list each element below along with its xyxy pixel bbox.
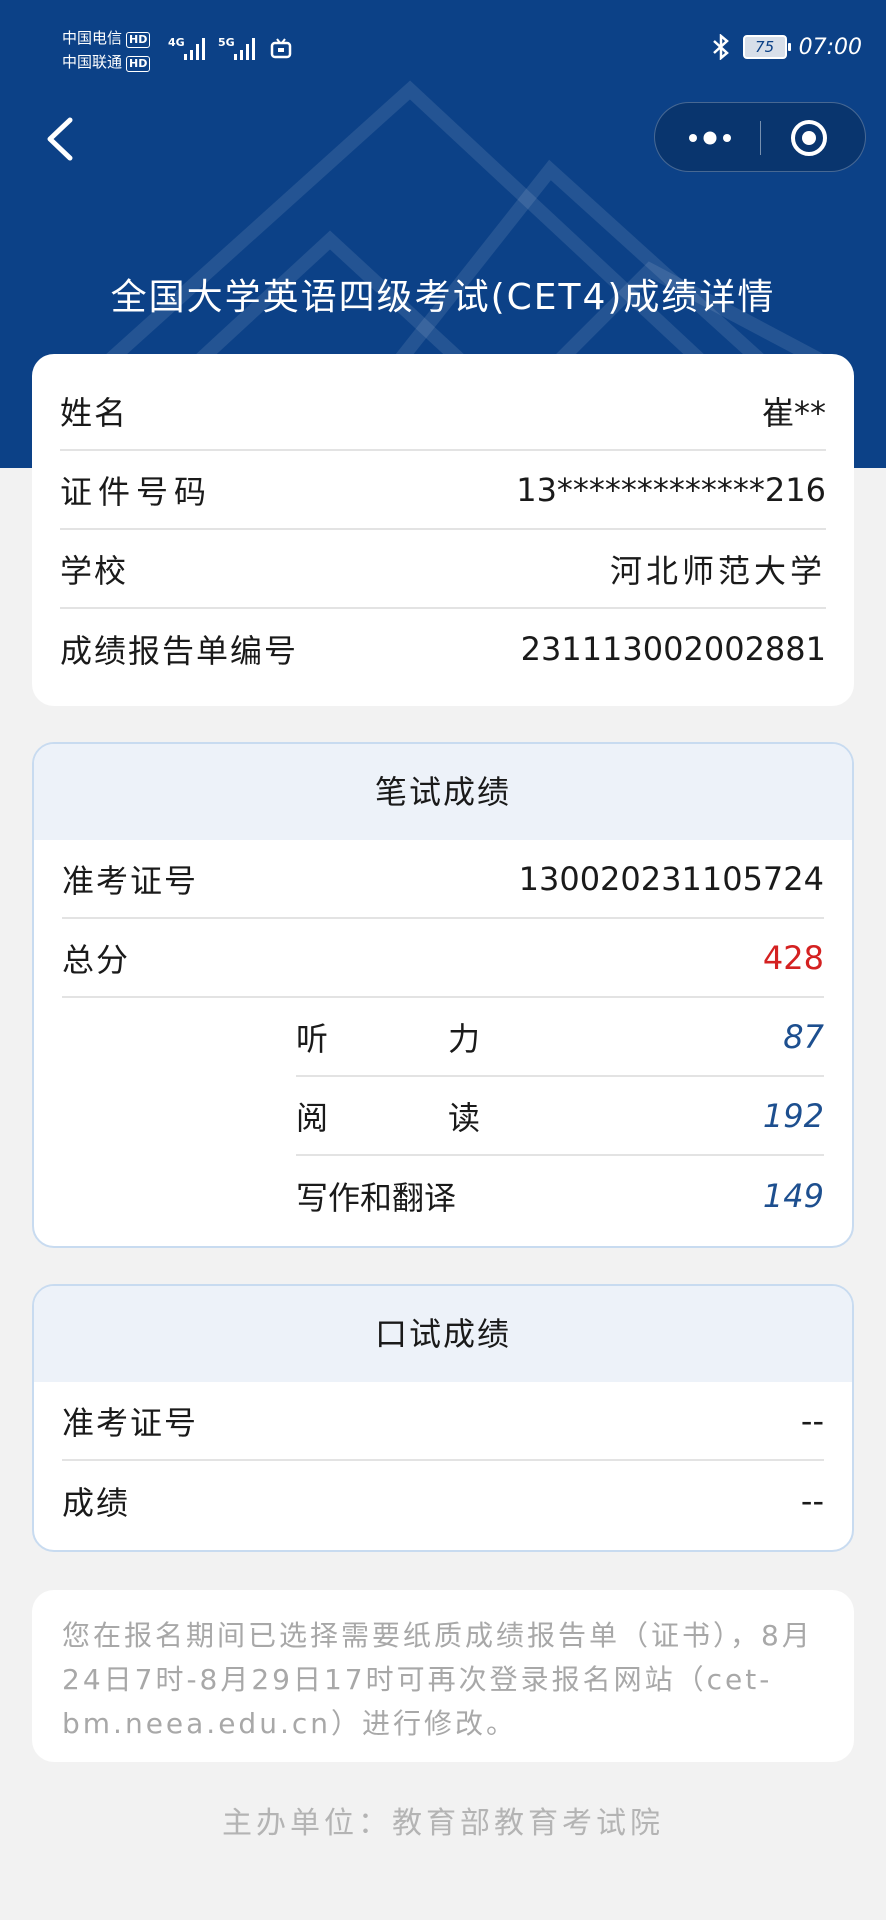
listening-label: 听力 <box>296 1019 601 1058</box>
name-value: 崔** <box>761 393 826 432</box>
name-label: 姓名 <box>60 393 129 432</box>
total-score-value: 428 <box>762 938 824 977</box>
listening-score: 87 <box>783 1017 824 1056</box>
writing-translation-label: 写作和翻译 <box>296 1178 457 1217</box>
hd-badge: HD <box>126 56 151 72</box>
school-value: 河北师范大学 <box>609 551 826 590</box>
writing-translation-row: 写作和翻译 149 <box>296 1156 824 1235</box>
written-ticket-label: 准考证号 <box>62 861 199 900</box>
carrier-info: 中国电信 HD 中国联通 HD <box>62 26 151 74</box>
back-arrow-icon[interactable] <box>40 114 80 164</box>
total-score-label: 总分 <box>62 940 131 979</box>
paper-report-notice: 您在报名期间已选择需要纸质成绩报告单（证书），8月24日7时-8月29日17时可… <box>32 1590 854 1762</box>
oral-score-card: 口试成绩 准考证号 -- 成绩 -- <box>32 1284 854 1552</box>
status-bar: 中国电信 HD 中国联通 HD 4G 5G 75 07:00 <box>0 0 886 100</box>
reading-score: 192 <box>762 1096 824 1135</box>
written-score-title: 笔试成绩 <box>34 744 852 840</box>
writing-translation-score: 149 <box>762 1176 824 1215</box>
personal-info-card: 姓名 崔** 证件号码 13*************216 学校 河北师范大学… <box>32 354 854 706</box>
oral-score-title: 口试成绩 <box>34 1286 852 1382</box>
id-number-label: 证件号码 <box>60 472 213 511</box>
close-target-icon[interactable] <box>789 118 829 158</box>
clock: 07:00 <box>798 34 862 60</box>
bluetooth-icon <box>712 34 729 60</box>
report-number-label: 成绩报告单编号 <box>60 631 299 670</box>
oral-score-value: -- <box>800 1481 824 1520</box>
oral-ticket-row: 准考证号 -- <box>62 1382 824 1461</box>
written-ticket-row: 准考证号 130020231105724 <box>62 840 824 919</box>
carrier-2-label: 中国联通 <box>62 53 123 71</box>
info-row-report: 成绩报告单编号 231113002002881 <box>60 609 826 688</box>
tv-icon <box>270 38 292 59</box>
hd-badge: HD <box>126 32 151 48</box>
info-row-school: 学校 河北师范大学 <box>60 530 826 609</box>
school-label: 学校 <box>60 551 129 590</box>
oral-ticket-value: -- <box>800 1401 824 1440</box>
info-row-name: 姓名 崔** <box>60 372 826 451</box>
report-number-value: 231113002002881 <box>520 629 826 668</box>
status-right: 75 07:00 <box>711 34 862 60</box>
capsule-divider <box>760 121 761 155</box>
oral-score-label: 成绩 <box>62 1483 131 1522</box>
written-score-card: 笔试成绩 准考证号 130020231105724 总分 428 听力 87 阅… <box>32 742 854 1248</box>
page-title: 全国大学英语四级考试(CET4)成绩详情 <box>110 277 776 318</box>
more-dots-icon[interactable] <box>685 125 735 151</box>
organizer-footer: 主办单位：教育部教育考试院 <box>222 1806 664 1841</box>
battery-icon: 75 <box>742 35 791 59</box>
written-ticket-value: 130020231105724 <box>518 859 824 898</box>
oral-ticket-label: 准考证号 <box>62 1403 199 1442</box>
total-score-row: 总分 428 <box>62 919 824 998</box>
battery-level: 75 <box>755 38 775 56</box>
info-row-id: 证件号码 13*************216 <box>60 451 826 530</box>
reading-label: 阅读 <box>296 1098 601 1137</box>
listening-row: 听力 87 <box>296 998 824 1077</box>
oral-score-row: 成绩 -- <box>62 1461 824 1540</box>
id-number-value: 13*************216 <box>516 470 826 509</box>
miniprogram-capsule <box>654 102 866 172</box>
signal-4g-icon <box>184 38 205 60</box>
signal-5g-icon <box>234 38 255 60</box>
carrier-1-label: 中国电信 <box>62 29 123 47</box>
reading-row: 阅读 192 <box>296 1077 824 1156</box>
